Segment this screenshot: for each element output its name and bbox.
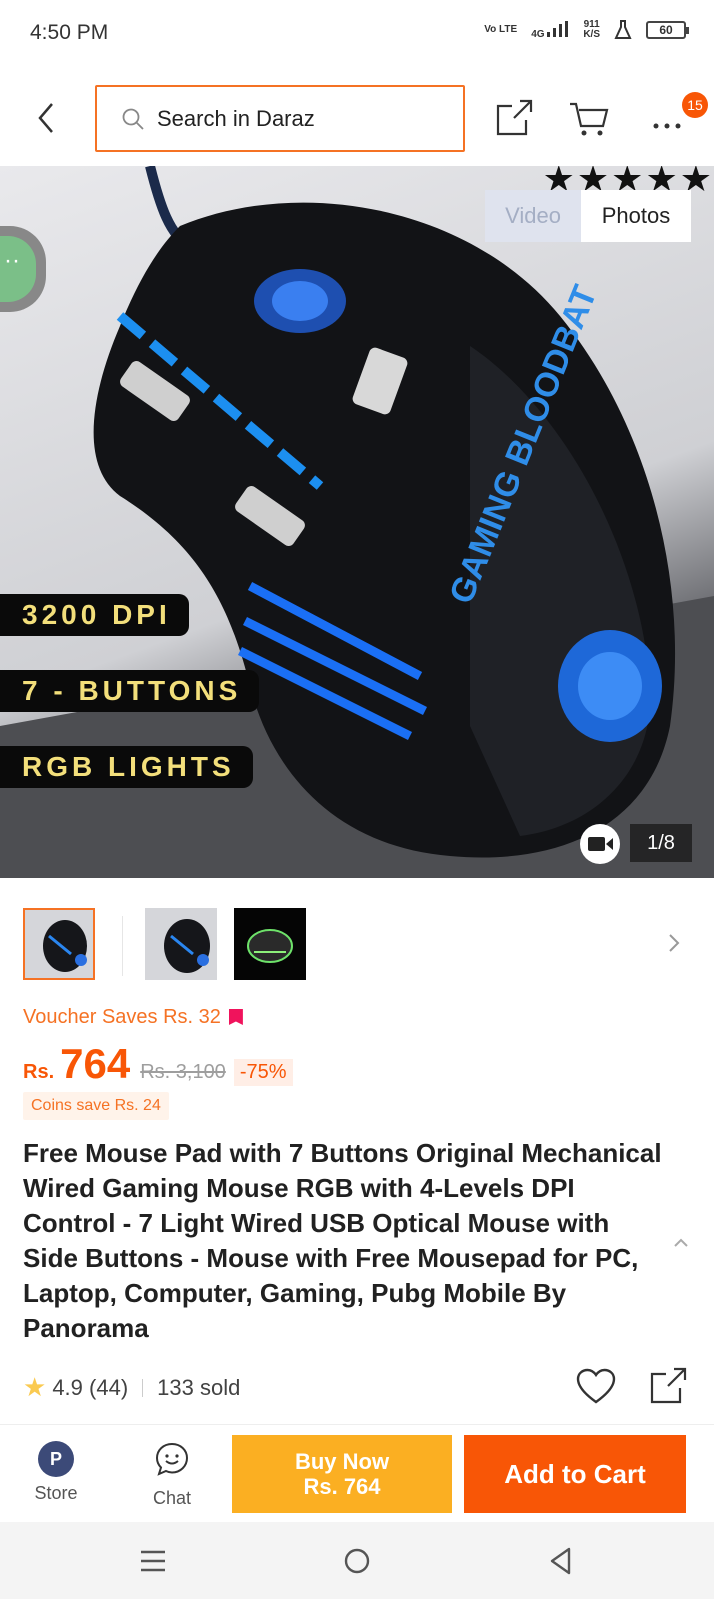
buy-now-label: Buy Now [294, 1449, 390, 1474]
media-tabs: Video Photos [485, 190, 691, 242]
search-input[interactable]: Search in Daraz [95, 85, 465, 152]
product-gallery[interactable]: GAMING BLOODBAT ★★★★★ Video Photos ·· 32… [0, 166, 714, 878]
status-icons: Vo LTE 4G 911 K/S 60 [484, 19, 689, 40]
add-to-cart-button[interactable]: Add to Cart [464, 1435, 686, 1513]
thumbnail-strip [0, 878, 714, 988]
signal-icon [547, 20, 569, 37]
price-original: Rs. 3,100 [140, 1061, 226, 1083]
divider [142, 1378, 144, 1397]
share-icon[interactable] [494, 98, 534, 138]
chat-button[interactable]: Chat [140, 1441, 204, 1509]
thumbnail-mouse-image [25, 910, 93, 978]
home-icon[interactable] [340, 1544, 374, 1578]
tab-photos[interactable]: Photos [581, 190, 691, 242]
header: Search in Daraz 15 [0, 70, 714, 166]
bottom-action-bar: P Store Chat Buy Now Rs. 764 Add to Cart [0, 1424, 714, 1522]
speed-indicator: 911 K/S [583, 19, 600, 40]
rating-row[interactable]: ★ 4.9 (44) 133 sold [23, 1372, 240, 1403]
price-currency: Rs. [23, 1061, 55, 1083]
system-nav-bar [0, 1522, 714, 1599]
feature-label-buttons: 7 - BUTTONS [0, 670, 260, 712]
chat-label: Chat [152, 1488, 192, 1508]
cart-icon[interactable] [568, 98, 610, 138]
buy-now-price: Rs. 764 [303, 1474, 381, 1499]
feature-label-rgb: RGB LIGHTS [0, 746, 253, 788]
star-icon: ★ [23, 1372, 47, 1402]
thumbnail-1[interactable] [23, 908, 95, 980]
review-count: (44) [89, 1374, 129, 1400]
back-nav-icon[interactable] [544, 1544, 578, 1578]
chevron-up-icon[interactable] [672, 1236, 690, 1248]
status-time: 4:50 PM [30, 21, 109, 44]
product-title: Free Mouse Pad with 7 Buttons Original M… [23, 1138, 662, 1343]
cart-badge: 15 [682, 92, 708, 118]
menu-icon[interactable] [136, 1544, 170, 1578]
store-button[interactable]: P Store [24, 1441, 88, 1504]
store-logo-icon: P [38, 1441, 74, 1477]
voucher-icon [228, 1009, 243, 1025]
thumbnail-mouse-image [145, 908, 217, 980]
network-indicator: 4G [531, 20, 569, 40]
price-current: 764 [60, 1040, 131, 1087]
voucher-text[interactable]: Voucher Saves Rs. 32 [23, 1006, 243, 1029]
back-icon[interactable] [30, 98, 66, 138]
decorative-stars: ★★★★★ [542, 166, 714, 199]
sold-count: 133 sold [157, 1374, 241, 1400]
video-camera-icon [588, 837, 613, 851]
volte-indicator: Vo LTE [484, 24, 518, 35]
battery-icon: 60 [646, 21, 689, 39]
store-label: Store [34, 1483, 78, 1503]
image-counter: 1/8 [630, 824, 692, 862]
search-placeholder: Search in Daraz [157, 105, 315, 131]
thumbnail-divider [122, 916, 123, 976]
chevron-right-icon[interactable] [664, 928, 684, 958]
thumbnail-3[interactable] [234, 908, 306, 980]
buy-now-button[interactable]: Buy Now Rs. 764 [232, 1435, 452, 1513]
feature-label-dpi: 3200 DPI [0, 594, 189, 636]
thumbnail-mouse-image [234, 908, 306, 980]
rating-value: 4.9 [52, 1374, 83, 1400]
search-icon [122, 108, 144, 130]
thumbnail-2[interactable] [145, 908, 217, 980]
video-play-button[interactable] [580, 824, 620, 864]
coins-badge: Coins save Rs. 24 [23, 1092, 169, 1120]
flask-icon [614, 20, 632, 39]
heart-icon[interactable] [576, 1368, 616, 1406]
share-icon[interactable] [648, 1366, 688, 1406]
price-row: Rs. 764 Rs. 3,100 -75% [23, 1040, 293, 1088]
discount-badge: -75% [233, 1059, 293, 1086]
tab-video[interactable]: Video [485, 190, 581, 242]
chat-icon [155, 1442, 189, 1476]
status-bar: 4:50 PM Vo LTE 4G 911 K/S 60 [0, 0, 714, 70]
